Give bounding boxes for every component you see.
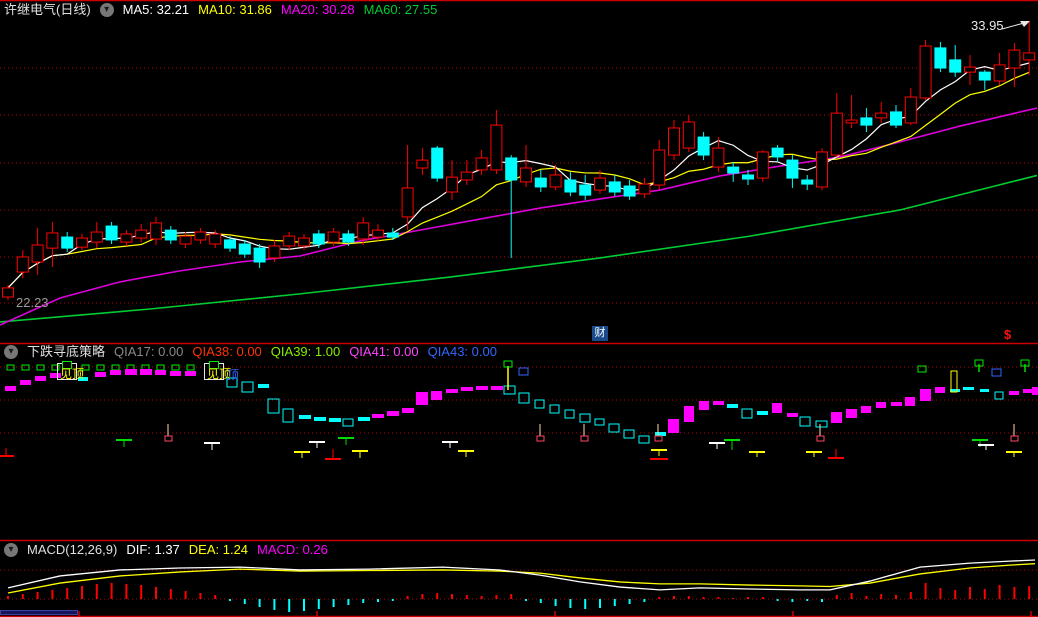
ref-price-label: 22.23 (16, 295, 49, 310)
qia39-value: QIA39: 1.00 (270, 344, 341, 359)
ma20-value: MA20: 30.28 (280, 2, 355, 17)
ma5-value: MA5: 32.21 (122, 2, 190, 17)
dif-value: DIF: 1.37 (126, 542, 180, 557)
macd-panel-header: ▾ MACD(12,26,9) DIF: 1.37 DEA: 1.24 MACD… (4, 542, 328, 557)
horizontal-scrollbar-thumb[interactable] (0, 610, 78, 615)
chart-canvas (0, 0, 1038, 617)
top-signal-extra-label: 顶 (227, 368, 240, 382)
qia41-value: QIA41: 0.00 (349, 344, 419, 359)
chevron-down-icon[interactable]: ▾ (4, 344, 18, 359)
signal-panel-header: ▾ 下跌寻底策略 QIA17: 0.00 QIA38: 0.00 QIA39: … (4, 344, 497, 359)
ma10-value: MA10: 31.86 (198, 2, 272, 17)
main-chart-header: 许继电气(日线) ▾ MA5: 32.21 MA10: 31.86 MA20: … (4, 2, 437, 17)
qia17-value: QIA17: 0.00 (114, 344, 184, 359)
ma60-value: MA60: 27.55 (363, 2, 438, 17)
qia38-value: QIA38: 0.00 (192, 344, 262, 359)
high-price-label: 33.95 (971, 18, 1004, 33)
chevron-down-icon[interactable]: ▾ (99, 2, 114, 17)
money-flow-icon[interactable]: $ (1004, 327, 1011, 342)
stock-chart-window: 许继电气(日线) ▾ MA5: 32.21 MA10: 31.86 MA20: … (0, 0, 1038, 617)
stock-title: 许继电气(日线) (4, 2, 91, 17)
news-badge[interactable]: 财 (592, 326, 608, 341)
signal-panel-title: 下跌寻底策略 (27, 344, 106, 359)
dea-value: DEA: 1.24 (188, 542, 249, 557)
macd-panel-title: MACD(12,26,9) (27, 542, 118, 557)
chevron-down-icon[interactable]: ▾ (4, 542, 18, 557)
qia43-value: QIA43: 0.00 (427, 344, 497, 359)
top-signal-marker: 见顶 (57, 361, 84, 381)
top-signal-marker: 见顶 顶 (204, 361, 239, 382)
top-signal-label: 见顶 (60, 367, 85, 381)
macd-value: MACD: 0.26 (257, 542, 328, 557)
